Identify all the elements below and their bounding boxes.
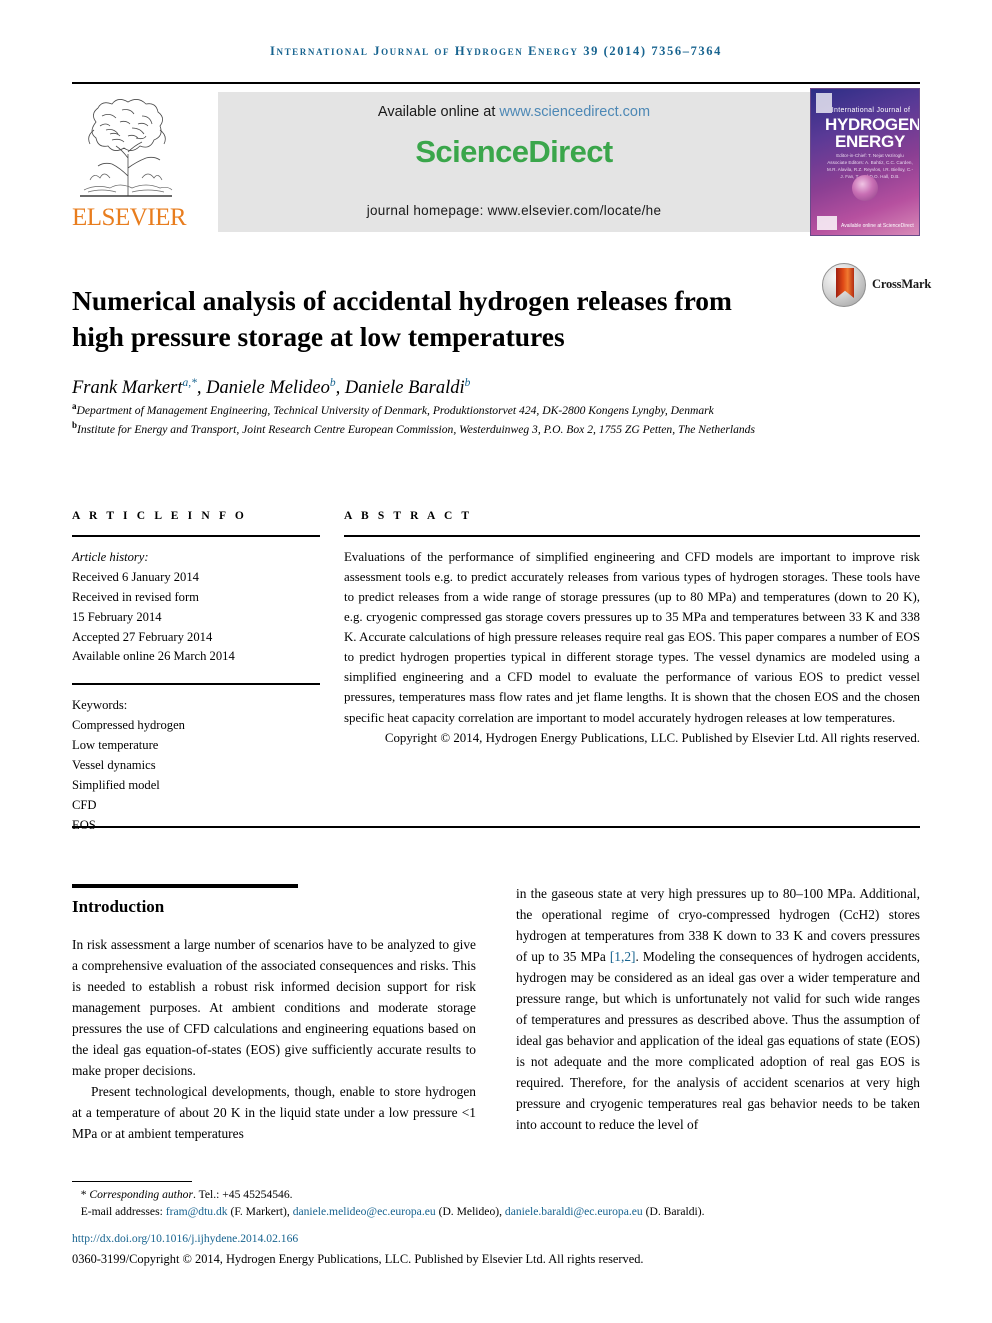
author-2-marks: b bbox=[329, 376, 336, 389]
abstract-heading: A B S T R A C T bbox=[344, 510, 473, 522]
abstract-copyright: Copyright © 2014, Hydrogen Energy Public… bbox=[384, 730, 920, 745]
corresponding-author-label: Corresponding author bbox=[89, 1188, 193, 1201]
affiliation-b-text: Institute for Energy and Transport, Join… bbox=[77, 422, 755, 436]
elsevier-logo: ELSEVIER bbox=[72, 88, 187, 236]
section-title-introduction: Introduction bbox=[72, 897, 165, 916]
author-list: Frank Markerta,*, Daniele Melideob, Dani… bbox=[72, 376, 471, 398]
email-link[interactable]: fram@dtu.dk bbox=[166, 1205, 228, 1218]
corresponding-author-line: * Corresponding author. Tel.: +45 452545… bbox=[72, 1188, 293, 1201]
keyword-item: Simplified model bbox=[72, 777, 160, 792]
article-history-item: Available online 26 March 2014 bbox=[72, 649, 235, 664]
article-info-heading: A R T I C L E I N F O bbox=[72, 510, 247, 522]
journal-running-head: International Journal of Hydrogen Energy… bbox=[270, 44, 722, 58]
abstract-body: Evaluations of the performance of simpli… bbox=[344, 547, 920, 748]
author-3-marks: b bbox=[464, 376, 471, 389]
author-2-name: Daniele Melideo bbox=[206, 378, 330, 398]
cover-journal-prefix: International Journal of bbox=[831, 107, 911, 114]
keyword-item: Compressed hydrogen bbox=[72, 718, 185, 733]
cover-title-line1: HYDROGEN bbox=[825, 115, 920, 134]
email-link[interactable]: daniele.melideo@ec.europa.eu bbox=[293, 1205, 436, 1218]
elsevier-tree-icon bbox=[76, 92, 176, 204]
crossmark-bookmark-icon bbox=[836, 268, 854, 298]
keyword-item: CFD bbox=[72, 797, 97, 812]
issn-copyright-line: 0360-3199/Copyright © 2014, Hydrogen Ene… bbox=[72, 1252, 644, 1266]
page-title: Numerical analysis of accidental hydroge… bbox=[72, 285, 732, 352]
paragraph: in the gaseous state at very high pressu… bbox=[516, 884, 920, 1136]
sciencedirect-url[interactable]: www.sciencedirect.com bbox=[499, 104, 650, 120]
header-rule bbox=[72, 82, 920, 84]
crossmark-circle-icon bbox=[822, 263, 866, 307]
sciencedirect-word-science: Science bbox=[415, 134, 529, 169]
affiliation-a: aDepartment of Management Engineering, T… bbox=[72, 402, 872, 421]
body-separator-rule bbox=[72, 826, 920, 828]
keyword-item: Low temperature bbox=[72, 738, 159, 753]
body-column-left: Introduction In risk assessment a large … bbox=[72, 884, 476, 1145]
cover-publisher-badge-icon bbox=[817, 216, 837, 230]
email-addresses-line: E-mail addresses: fram@dtu.dk (F. Marker… bbox=[80, 1205, 705, 1219]
cover-title-line2: ENERGY bbox=[835, 132, 905, 151]
citation-link[interactable]: [1,2] bbox=[610, 949, 636, 964]
article-history-item: 15 February 2014 bbox=[72, 609, 162, 624]
doi-link[interactable]: http://dx.doi.org/10.1016/j.ijhydene.201… bbox=[72, 1232, 298, 1245]
crossmark-badge[interactable]: CrossMark bbox=[822, 263, 931, 311]
section-heading-bar bbox=[72, 884, 298, 888]
footnote-block: * Corresponding author. Tel.: +45 452545… bbox=[72, 1186, 920, 1221]
elsevier-wordmark: ELSEVIER bbox=[72, 204, 187, 231]
sciencedirect-wordmark: ScienceDirect bbox=[218, 134, 810, 170]
article-history-item: Received in revised form bbox=[72, 589, 199, 604]
article-history-label: Article history: bbox=[72, 550, 149, 564]
journal-cover-thumbnail: International Journal of HYDROGEN ENERGY… bbox=[810, 88, 920, 236]
paper-page: International Journal of Hydrogen Energy… bbox=[0, 0, 992, 1323]
sciencedirect-word-direct: Direct bbox=[528, 134, 613, 169]
journal-homepage-text[interactable]: journal homepage: www.elsevier.com/locat… bbox=[218, 203, 810, 218]
masthead: ELSEVIER Available online at www.science… bbox=[72, 88, 920, 236]
paragraph-text-after-citation: . Modeling the consequences of hydrogen … bbox=[516, 948, 920, 1132]
author-1-name: Frank Markert bbox=[72, 378, 183, 398]
article-history-item: Received 6 January 2014 bbox=[72, 569, 199, 584]
body-column-right: in the gaseous state at very high pressu… bbox=[516, 884, 920, 1136]
article-history-item: Accepted 27 February 2014 bbox=[72, 629, 213, 644]
keywords-label: Keywords: bbox=[72, 698, 128, 713]
footnote-rule bbox=[72, 1181, 192, 1183]
paragraph: In risk assessment a large number of sce… bbox=[72, 937, 476, 1078]
email-addresses-label: E-mail addresses: bbox=[80, 1205, 163, 1219]
abstract-rule bbox=[344, 535, 920, 537]
article-history-block: Article history: Received 6 January 2014… bbox=[72, 548, 320, 667]
paragraph: Present technological developments, thou… bbox=[72, 1083, 476, 1141]
crossmark-label: CrossMark bbox=[872, 277, 932, 291]
corresponding-author-tel: . Tel.: +45 45254546. bbox=[193, 1188, 293, 1201]
sciencedirect-banner: Available online at www.sciencedirect.co… bbox=[218, 92, 810, 232]
abstract-text: Evaluations of the performance of simpli… bbox=[344, 550, 920, 725]
available-online-prefix: Available online at bbox=[377, 104, 500, 120]
email-owner: (F. Markert) bbox=[230, 1205, 287, 1219]
article-info-section: A R T I C L E I N F O Article history: R… bbox=[72, 510, 320, 836]
email-link[interactable]: daniele.baraldi@ec.europa.eu bbox=[505, 1205, 643, 1218]
cover-orb-graphic bbox=[852, 175, 878, 201]
available-online-text: Available online at www.sciencedirect.co… bbox=[218, 104, 810, 120]
article-info-rule bbox=[72, 535, 320, 537]
abstract-section: A B S T R A C T Evaluations of the perfo… bbox=[344, 510, 920, 748]
affiliation-a-text: Department of Management Engineering, Te… bbox=[76, 404, 714, 417]
email-owner: (D. Melideo) bbox=[438, 1205, 500, 1219]
keywords-block: Keywords: Compressed hydrogen Low temper… bbox=[72, 696, 320, 835]
affiliation-list: aDepartment of Management Engineering, T… bbox=[72, 402, 872, 440]
keywords-rule bbox=[72, 683, 320, 686]
email-owner: (D. Baraldi). bbox=[645, 1205, 705, 1219]
author-1-marks: a,* bbox=[182, 376, 197, 389]
author-3-name: Daniele Baraldi bbox=[344, 378, 465, 398]
affiliation-b: bInstitute for Energy and Transport, Joi… bbox=[72, 420, 872, 440]
cover-sciencedirect-label: Available online at ScienceDirect bbox=[841, 222, 914, 229]
keyword-item: Vessel dynamics bbox=[72, 758, 156, 773]
